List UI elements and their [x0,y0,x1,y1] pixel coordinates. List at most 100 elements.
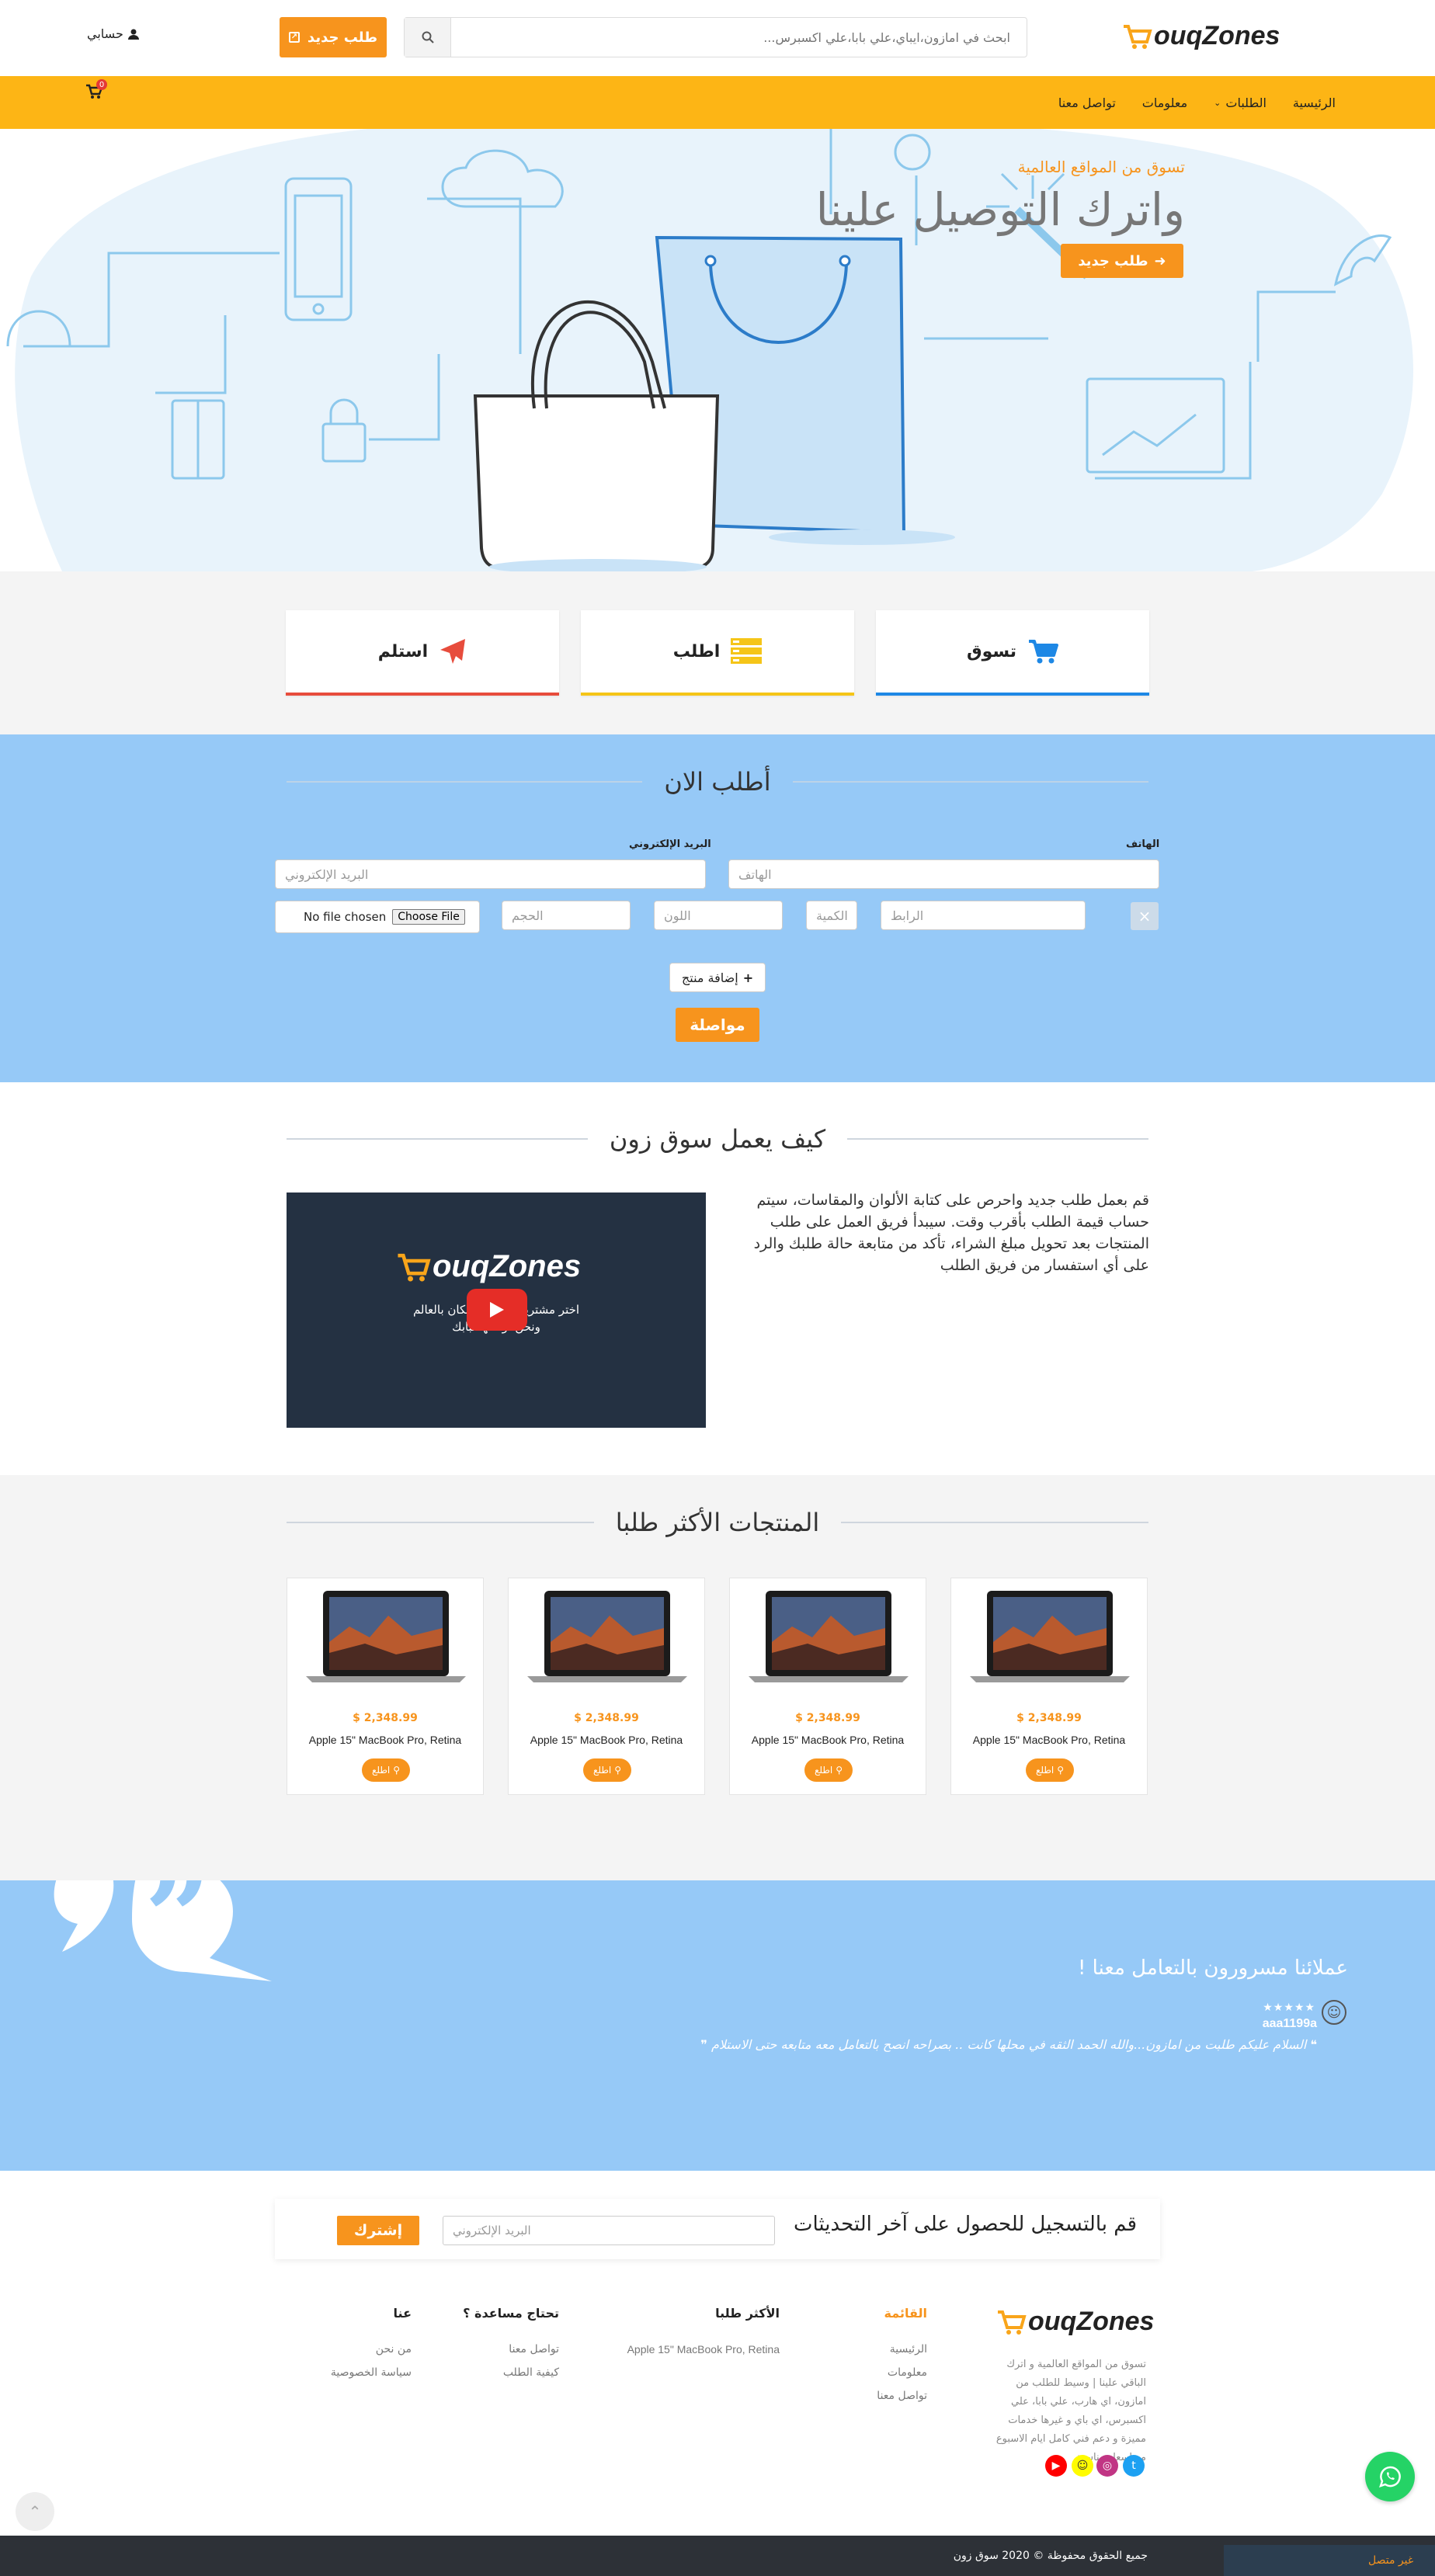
product-name: Apple 15" MacBook Pro, Retina [751,1734,905,1746]
footer-about-title: عنا [393,2306,412,2321]
products-heading: المنتجات الأكثر طلبا [287,1508,1149,1537]
hero-illustration [6,129,1413,571]
search-input[interactable] [453,18,1026,57]
add-product-label: إضافة منتج [681,970,738,985]
step-order: اطلب [581,610,854,696]
new-order-button[interactable]: ↗ طلب جديد [280,17,387,57]
footer-logo[interactable]: ouqZones [995,2306,1154,2337]
newsletter-email-input[interactable]: البريد الإلكتروني [443,2216,775,2245]
footer-link-contact[interactable]: تواصل معنا [877,2384,927,2408]
nav-orders[interactable]: الطلبات ⌄ [1214,95,1266,110]
whatsapp-button[interactable] [1365,2452,1415,2501]
play-button[interactable] [467,1289,527,1331]
search-box [404,17,1027,57]
twitter-icon[interactable]: t [1123,2455,1145,2477]
account-label: حسابي [87,26,123,41]
search-button[interactable] [405,18,451,57]
snapchat-icon[interactable]: ☺ [1072,2455,1093,2477]
remove-product-button[interactable]: × [1131,902,1159,930]
step-shop-label: تسوق [966,641,1017,661]
color-field[interactable]: اللون [654,901,783,930]
footer-link-contact-us[interactable]: تواصل معنا [463,2338,559,2361]
footer-link-how-to-order[interactable]: كيفية الطلب [463,2361,559,2384]
cart-logo-icon [998,2310,1027,2335]
phone-field[interactable]: الهاتف [728,859,1159,889]
instagram-icon[interactable]: ◎ [1096,2455,1118,2477]
shopping-cart-icon [1029,640,1059,664]
title-divider [792,781,1148,783]
hero-banner: تسوق من المواقع العالمية واترك التوصيل ع… [0,129,1435,571]
back-to-top-button[interactable]: ⌃ [16,2492,54,2531]
footer-link-info[interactable]: معلومات [877,2361,927,2384]
nav-contact[interactable]: تواصل معنا [1058,95,1116,110]
quote-bubble-icon: ” [54,1880,272,1986]
nav-info[interactable]: معلومات [1142,95,1187,110]
view-product-label: اطلع [371,1765,391,1776]
live-chat-widget[interactable]: غير متصل [1224,2545,1435,2576]
edit-icon: ↗ [288,32,300,43]
quantity-field[interactable]: الكمية [806,901,857,930]
site-logo[interactable]: ouqZones [1121,20,1280,51]
reviewer-name: aaa1199a [1262,2017,1317,2030]
cart-button[interactable]: 0 [85,79,107,104]
footer-menu-title: القائمة [884,2306,927,2321]
video-player[interactable]: ouqZones اختر مشتريات من اي مكان بالعالم… [287,1193,706,1428]
view-product-button[interactable]: اطلع ⚲ [583,1758,631,1782]
copyright-bar: جميع الحقوق محفوظة © 2020 سوق زون [0,2536,1435,2576]
view-product-button[interactable]: اطلع ⚲ [1026,1758,1074,1782]
step-shop: تسوق [876,610,1149,696]
file-status: No file chosen [304,910,387,924]
product-price: $ 2,348.99 [1016,1712,1082,1724]
play-icon [490,1302,504,1318]
product-card[interactable]: $ 2,348.99 Apple 15" MacBook Pro, Retina… [950,1578,1148,1795]
view-product-label: اطلع [592,1765,612,1776]
email-field[interactable]: البريد الإلكتروني [275,859,706,889]
footer-popular-link[interactable]: Apple 15" MacBook Pro, Retina [627,2338,780,2361]
footer-link-home[interactable]: الرئيسية [877,2338,927,2361]
product-card[interactable]: $ 2,348.99 Apple 15" MacBook Pro, Retina… [508,1578,705,1795]
steps-section: تسوق اطلب استلم [0,571,1435,734]
main-nav: الرئيسية الطلبات ⌄ معلومات تواصل معنا [0,76,1435,129]
youtube-icon[interactable]: ▶ [1045,2455,1067,2477]
view-product-button[interactable]: اطلع ⚲ [362,1758,410,1782]
product-card[interactable]: $ 2,348.99 Apple 15" MacBook Pro, Retina… [287,1578,484,1795]
footer-link-privacy[interactable]: سياسة الخصوصية [331,2361,412,2384]
continue-button[interactable]: مواصلة [676,1008,759,1042]
plus-icon: + [742,970,754,985]
how-it-works-section: كيف يعمل سوق زون [0,1082,1435,1475]
product-name: Apple 15" MacBook Pro, Retina [308,1734,462,1746]
how-heading: كيف يعمل سوق زون [287,1124,1148,1154]
product-link-field[interactable]: الرابط [881,901,1086,930]
footer-link-about-us[interactable]: من نحن [331,2338,412,2361]
hero-new-order-button[interactable]: طلب جديد ➜ [1061,244,1183,278]
view-product-button[interactable]: اطلع ⚲ [804,1758,853,1782]
video-logo: ouqZones [395,1248,581,1284]
add-product-button[interactable]: إضافة منتج + [669,963,766,992]
whatsapp-icon [1379,2466,1401,2487]
file-upload-field[interactable]: No file chosen Choose File [275,901,480,933]
how-title: كيف يعمل سوق زون [609,1124,826,1154]
footer-help-title: تحتاج مساعدة ؟ [463,2306,559,2321]
step-receive: استلم [286,610,559,696]
account-link[interactable]: حسابي [87,26,139,41]
testimonial-quote: ❝ السلام عليكم طلبت من امازون...والله ال… [700,2037,1317,2052]
hero-title: واترك التوصيل علينا [815,183,1185,236]
user-icon: ☺ [1322,2000,1346,2025]
footer-about-column: عنا من نحن سياسة الخصوصية [331,2306,412,2384]
cart-count-badge: 0 [96,79,107,90]
step-receive-label: استلم [377,641,429,661]
newsletter-box: قم بالتسجيل للحصول على آخر التحديثات الب… [275,2199,1160,2259]
nav-home[interactable]: الرئيسية [1293,95,1336,110]
choose-file-button[interactable]: Choose File [392,909,465,925]
search-icon: ⚲ [393,1765,401,1776]
product-image [306,1591,466,1682]
product-price: $ 2,348.99 [574,1712,639,1724]
subscribe-button[interactable]: إشترك [337,2216,419,2245]
product-card[interactable]: $ 2,348.99 Apple 15" MacBook Pro, Retina… [729,1578,926,1795]
products-title: المنتجات الأكثر طلبا [615,1508,820,1537]
cart-logo-icon [398,1253,431,1282]
view-product-label: اطلع [1035,1765,1055,1776]
copyright-text: جميع الحقوق محفوظة © 2020 سوق زون [953,2550,1148,2562]
size-field[interactable]: الحجم [502,901,631,930]
hero-new-order-label: طلب جديد [1078,252,1148,269]
